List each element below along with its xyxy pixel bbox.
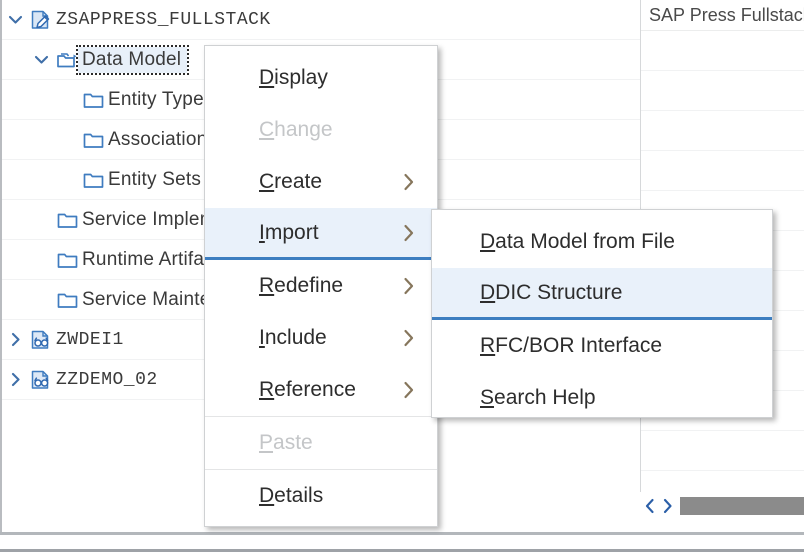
menu-item-label: Search Help <box>480 386 596 409</box>
submenu-arrow-icon <box>402 328 415 348</box>
folder-icon <box>54 210 80 229</box>
menu-item-reference[interactable]: Reference <box>205 364 437 416</box>
scroll-right-icon[interactable] <box>658 495 676 517</box>
folder-icon <box>54 250 80 269</box>
chevron-down-icon[interactable] <box>2 11 28 28</box>
menu-item-change: Change <box>205 104 437 156</box>
service-document-icon <box>28 369 54 391</box>
submenu-arrow-icon <box>402 172 415 192</box>
submenu-arrow-icon <box>402 380 415 400</box>
detail-empty-row <box>641 31 804 71</box>
submenu-arrow-icon <box>402 223 415 243</box>
menu-item-label: Paste <box>259 431 313 454</box>
scroll-left-icon[interactable] <box>640 495 658 517</box>
tree-row-label: ZZDEMO_02 <box>56 369 158 390</box>
menu-item-ddic-structure[interactable]: DDIC Structure <box>432 268 772 320</box>
menu-item-display[interactable]: Display <box>205 52 437 104</box>
detail-column-header-label: SAP Press Fullstack <box>649 4 804 25</box>
tree-row-label: Data Model <box>82 48 182 70</box>
tree-row-label: ZSAPPRESS_FULLSTACK <box>56 9 271 30</box>
menu-item-label: Include <box>259 326 327 349</box>
context-menu[interactable]: Display Change Create Import Redefine Include… <box>204 45 438 527</box>
folder-open-icon <box>54 50 80 70</box>
menu-item-redefine[interactable]: Redefine <box>205 260 437 312</box>
menu-item-label: Change <box>259 118 333 141</box>
tree-row-label: ZWDEI1 <box>56 329 124 350</box>
menu-item-data-model-from-file[interactable]: Data Model from File <box>432 216 772 268</box>
frame-bottom-gap <box>0 535 804 549</box>
menu-item-paste: Paste <box>205 417 437 469</box>
menu-item-label: Data Model from File <box>480 230 675 253</box>
menu-item-label: Redefine <box>259 274 344 297</box>
menu-item-label: Details <box>259 484 324 507</box>
folder-icon <box>54 290 80 309</box>
chevron-down-icon[interactable] <box>28 51 54 68</box>
menu-item-label: Create <box>259 170 323 193</box>
detail-empty-row <box>641 151 804 191</box>
menu-item-label: Reference <box>259 378 356 401</box>
menu-item-label: Import <box>259 220 319 244</box>
chevron-right-icon[interactable] <box>2 331 28 348</box>
chevron-right-icon[interactable] <box>2 371 28 388</box>
tree-focus-rectangle: Data Model <box>75 44 190 75</box>
menu-item-rfc-bor-interface[interactable]: RFC/BOR Interface <box>432 320 772 372</box>
menu-item-label: RFC/BOR Interface <box>480 334 663 357</box>
menu-item-include[interactable]: Include <box>205 312 437 364</box>
folder-icon <box>80 90 106 109</box>
import-submenu[interactable]: Data Model from File DDIC Structure RFC/BO… <box>431 209 773 418</box>
submenu-arrow-icon <box>402 276 415 296</box>
menu-item-label: DDIC Structure <box>480 280 623 304</box>
detail-column-header: SAP Press Fullstack <box>641 0 804 31</box>
folder-icon <box>80 170 106 189</box>
menu-item-details[interactable]: Details <box>205 470 437 522</box>
scrollbar-thumb[interactable] <box>680 497 804 515</box>
horizontal-scrollbar[interactable] <box>640 492 804 520</box>
menu-item-create[interactable]: Create <box>205 156 437 208</box>
detail-empty-row <box>641 71 804 111</box>
menu-item-search-help[interactable]: Search Help <box>432 372 772 424</box>
tree-row[interactable]: ZSAPPRESS_FULLSTACK <box>2 0 640 40</box>
detail-empty-row <box>641 431 804 471</box>
tree-row-label: Entity Sets <box>108 168 202 190</box>
tree-row-label: Entity Types <box>108 88 214 110</box>
tree-row-label: Associations <box>108 128 218 150</box>
service-document-icon <box>28 329 54 351</box>
project-document-icon <box>28 9 54 31</box>
menu-item-import[interactable]: Import <box>205 208 437 260</box>
detail-empty-row <box>641 111 804 151</box>
segw-tree-with-context-menu: ZSAPPRESS_FULLSTACK Data Model Entity Type… <box>0 0 804 552</box>
menu-item-label: Display <box>259 66 328 89</box>
folder-icon <box>80 130 106 149</box>
scrollbar-track[interactable] <box>680 497 804 515</box>
